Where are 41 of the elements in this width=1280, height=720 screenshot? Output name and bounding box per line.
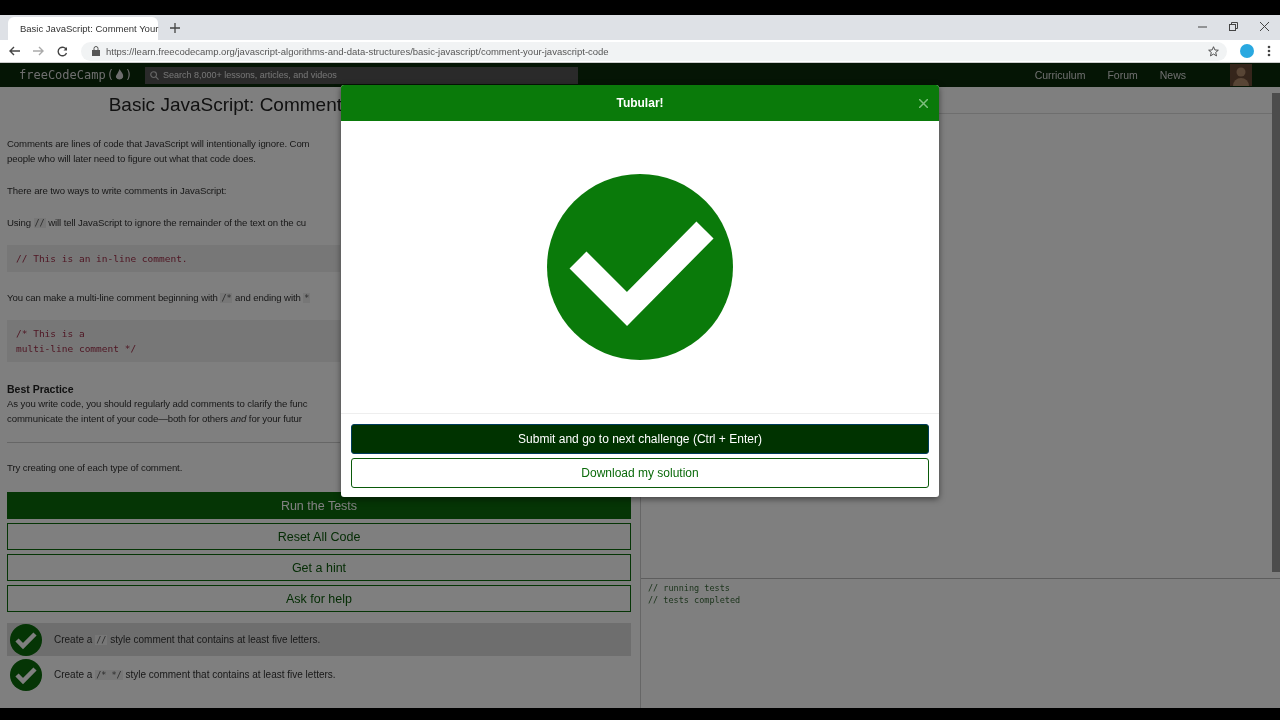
nav-link[interactable]: Curriculum [1034,69,1086,81]
flame-icon [114,69,124,81]
logo-paren: ) [124,68,133,82]
back-icon[interactable] [9,46,20,56]
reload-icon[interactable] [57,45,68,57]
section-heading: Best Practice [7,382,75,396]
extension-icon[interactable] [1240,44,1254,58]
modal-button[interactable]: Download my solution [351,458,929,488]
logo-text[interactable]: freeCodeCamp [19,68,106,82]
nav-link[interactable]: News [1159,69,1186,81]
browser-tab[interactable]: Basic JavaScript: Comment Your [8,17,158,40]
restore-icon[interactable] [1229,22,1238,31]
console-line: // running tests [648,582,731,594]
modal-title: Tubular! [616,96,664,110]
logo-paren: ( [106,68,114,82]
code-block: /* This is a multi-line comment */ [7,320,340,362]
test-text: Create a // style comment that contains at least five letters. [54,634,321,645]
action-button[interactable]: Ask for help [7,585,631,612]
paragraph: There are two ways to write comments in JavaScript: [7,184,228,198]
modal-button[interactable]: Submit and go to next challenge (Ctrl + Enter) [351,424,929,454]
address-bar[interactable]: https://learn.freecodecamp.org/javascript-algorithms-and-data-structures/basic-javascript/comment-your-javascript-code [81,41,1227,61]
tab-title: Basic JavaScript: Comment Your [20,23,159,34]
code-block: // This is an in-line comment. [7,245,340,272]
lock-icon [92,46,100,56]
new-tab-icon[interactable] [170,23,180,33]
url-text: https://learn.freecodecamp.org/javascript-algorithms-and-data-structures/basic-javascript/comment-your-javascript-code [106,45,610,57]
paragraph: Try creating one of each type of comment. [7,461,184,475]
console-line: // tests completed [648,594,742,606]
nav-link[interactable]: Forum [1107,69,1138,81]
star-icon[interactable] [1208,45,1219,57]
lesson-title: Basic JavaScript: Comment [107,93,342,117]
paragraph: Using // will tell JavaScript to ignore the remainder of the text on the cu [7,216,308,230]
close-icon[interactable] [1260,22,1269,31]
menu-icon[interactable] [1267,45,1271,57]
paragraph: As you write code, you should regularly add comments to clarify the func communicate the intent of your code—both for others and for your futur [7,397,309,426]
action-button[interactable]: Reset All Code [7,523,631,550]
paragraph: Comments are lines of code that JavaScript will intentionally ignore. Com people who will later need to figure out what that code does. [7,137,311,166]
test-text: Create a /* */ style comment that contains at least five letters. [54,669,336,680]
paragraph: You can make a multi-line comment beginning with /* and ending with * [7,291,312,305]
action-button[interactable]: Run the Tests [7,492,631,519]
action-button[interactable]: Get a hint [7,554,631,581]
